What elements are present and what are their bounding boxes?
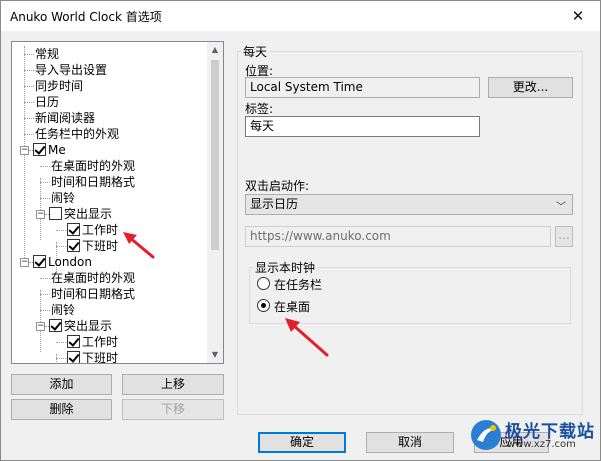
annotation-arrow-radio [285,318,329,357]
tree-collapse-icon[interactable]: − [20,146,29,155]
url-input[interactable]: https://www.anuko.com [245,226,551,247]
double-click-action-value: 显示日历 [250,197,299,211]
tree-scrollbar[interactable]: ▲ ▼ [207,42,223,363]
tree-item-label[interactable]: 工作时 [82,222,118,238]
group-title: 每天 [241,43,270,60]
tree-item-label[interactable]: 导入导出设置 [35,62,107,78]
tag-input[interactable]: 每天 [245,116,480,137]
tree-item-label[interactable]: 闹铃 [51,302,75,318]
tree-line [24,46,25,266]
show-clock-group-title: 显示本时钟 [253,259,318,276]
window-title: Anuko World Clock 首选项 [10,10,162,24]
desktop-radio-label[interactable]: 在桌面 [274,298,310,315]
tree-item-label[interactable]: 下班时 [82,350,118,363]
tree-checkbox[interactable] [67,351,80,363]
move-up-button[interactable]: 上移 [122,374,224,395]
tag-label: 标签: [245,102,274,116]
tree-line [56,230,66,231]
tree-item-label[interactable]: 下班时 [82,238,118,254]
chevron-down-icon: ﹀ [556,202,566,213]
watermark-logo: 极光下载站 www.xz7.com [467,415,594,455]
taskbar-radio[interactable] [257,277,270,290]
double-click-action-select[interactable]: 显示日历 ﹀ [245,194,573,215]
tree-line [56,246,66,247]
tree-item-label[interactable]: 突出显示 [64,206,112,222]
taskbar-radio-label[interactable]: 在任务栏 [274,276,322,293]
double-click-label: 双击启动作: [245,179,310,193]
delete-button[interactable]: 删除 [11,399,112,420]
tree-line [40,182,50,183]
tree-item-label[interactable]: 在桌面时的外观 [51,158,135,174]
tree-item-label[interactable]: 闹铃 [51,190,75,206]
tree-checkbox[interactable] [49,207,62,220]
tree-line [56,358,66,359]
location-field: Local System Time [245,77,480,98]
title-bar: Anuko World Clock 首选项 ✕ [1,1,600,31]
annotation-arrow-tree [123,232,155,259]
tree-line [24,118,34,119]
url-browse-button[interactable]: ... [555,226,573,247]
cancel-button[interactable]: 取消 [366,432,454,453]
tree-item-label[interactable]: London [48,254,92,270]
tree-line [24,70,34,71]
tree-item-label[interactable]: 在桌面时的外观 [51,270,135,286]
tree-checkbox[interactable] [67,223,80,236]
aurora-logo-icon [471,420,501,450]
watermark-url: www.xz7.com [507,439,576,450]
tree-line [40,310,50,311]
tree-line [40,278,50,279]
tree-checkbox[interactable] [33,255,46,268]
add-button[interactable]: 添加 [11,374,112,395]
close-icon[interactable]: ✕ [556,1,600,31]
tree-collapse-icon[interactable]: − [36,322,45,331]
tree-checkbox[interactable] [67,239,80,252]
settings-tree[interactable]: 常规 导入导出设置 同步时间 日历 新闻阅读器 任务栏中的外观 − Me 在桌面时的外观 时间和日… [11,41,224,364]
tree-item-label[interactable]: 日历 [35,94,59,110]
tree-item-label[interactable]: 工作时 [82,334,118,350]
tree-line [24,54,34,55]
tree-line [56,342,66,343]
tree-item-label[interactable]: 同步时间 [35,78,83,94]
tree-line [40,198,50,199]
tree-line [24,102,34,103]
change-location-button[interactable]: 更改... [488,77,573,98]
tree-checkbox[interactable] [49,319,62,332]
tree-item-label[interactable]: 常规 [35,46,59,62]
tree-item-label[interactable]: 新闻阅读器 [35,110,95,126]
tree-line [24,134,34,135]
preferences-window: Anuko World Clock 首选项 ✕ 常规 导入导出设置 同步时间 日历 新闻… [0,0,601,461]
ok-button[interactable]: 确定 [258,432,346,453]
scrollbar-thumb[interactable] [211,60,219,250]
move-down-button[interactable]: 下移 [122,399,224,420]
tree-item-label[interactable]: 任务栏中的外观 [35,126,119,142]
tree-line [40,294,50,295]
tree-content: 常规 导入导出设置 同步时间 日历 新闻阅读器 任务栏中的外观 − Me 在桌面时的外观 时间和日… [12,42,208,363]
tree-collapse-icon[interactable]: − [20,258,29,267]
tree-checkbox[interactable] [33,143,46,156]
tree-checkbox[interactable] [67,335,80,348]
tree-line [40,166,50,167]
tree-line [24,86,34,87]
tree-item-label[interactable]: 突出显示 [64,318,112,334]
tree-item-label[interactable]: Me [48,142,66,158]
tree-item-label[interactable]: 时间和日期格式 [51,286,135,302]
desktop-radio[interactable] [257,299,270,312]
tree-item-label[interactable]: 时间和日期格式 [51,174,135,190]
scroll-down-icon[interactable]: ▼ [207,347,223,363]
scroll-up-icon[interactable]: ▲ [207,42,223,58]
tree-collapse-icon[interactable]: − [36,210,45,219]
